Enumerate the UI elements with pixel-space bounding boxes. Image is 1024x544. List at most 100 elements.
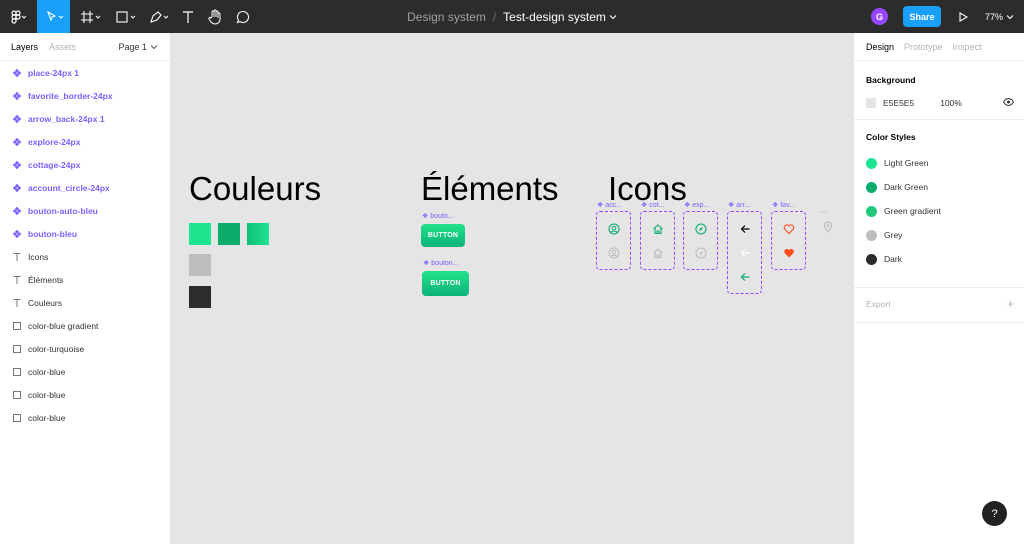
- arrow-back-icon[interactable]: [738, 246, 752, 260]
- icon-set-label[interactable]: ❖ arr...: [728, 201, 750, 210]
- color-style-name: Grey: [884, 230, 903, 240]
- title-elements[interactable]: Éléments: [421, 170, 559, 208]
- layer-row[interactable]: Éléments: [0, 269, 170, 291]
- color-style-item[interactable]: Green gradient: [866, 204, 941, 218]
- color-style-swatch: [866, 253, 877, 265]
- page-selector[interactable]: Page 1: [118, 33, 158, 61]
- layer-row[interactable]: account_circle-24px: [0, 177, 170, 199]
- icon-set-label[interactable]: ❖ cot...: [641, 201, 664, 210]
- component-label-text: bouton...: [431, 259, 459, 267]
- move-tool-button[interactable]: [37, 0, 70, 33]
- user-avatar[interactable]: G: [871, 8, 888, 25]
- tab-assets[interactable]: Assets: [49, 42, 76, 52]
- tab-layers[interactable]: Layers: [11, 42, 38, 52]
- arrow-back-icon[interactable]: [738, 222, 752, 236]
- layer-row[interactable]: color-turquoise: [0, 338, 170, 360]
- icon-set-label[interactable]: ❖ exp...: [684, 201, 709, 210]
- layer-row[interactable]: color-blue: [0, 407, 170, 429]
- background-hex[interactable]: E5E5E5: [883, 98, 914, 108]
- place-icon[interactable]: [821, 220, 835, 234]
- layer-row[interactable]: favorite_border-24px: [0, 85, 170, 107]
- background-section: [854, 61, 1024, 120]
- cottage-icon[interactable]: [651, 222, 665, 236]
- layer-row[interactable]: bouton-auto-bleu: [0, 200, 170, 222]
- title-couleurs[interactable]: Couleurs: [189, 170, 321, 208]
- color-style-item[interactable]: Dark Green: [866, 180, 928, 194]
- background-color-chip[interactable]: [866, 98, 876, 108]
- explore-icon[interactable]: [694, 222, 708, 236]
- swatch-green-gradient[interactable]: [247, 223, 269, 245]
- frame-tool-button[interactable]: [76, 0, 104, 33]
- layer-row[interactable]: color-blue: [0, 361, 170, 383]
- tab-prototype[interactable]: Prototype: [904, 42, 943, 52]
- left-panel-tabs: Layers Assets Page 1: [0, 33, 170, 61]
- rectangle-icon: [12, 321, 22, 331]
- layer-row[interactable]: color-blue gradient: [0, 315, 170, 337]
- hand-tool-button[interactable]: [205, 0, 225, 33]
- layer-row[interactable]: color-blue: [0, 384, 170, 406]
- text-tool-button[interactable]: [178, 0, 198, 33]
- layer-row[interactable]: arrow_back-24px 1: [0, 108, 170, 130]
- button-component-2[interactable]: BUTTON: [422, 271, 469, 296]
- layer-row[interactable]: Icons: [0, 246, 170, 268]
- color-style-item[interactable]: Dark: [866, 252, 902, 266]
- background-opacity[interactable]: 100%: [940, 98, 962, 108]
- account-circle-icon[interactable]: [607, 222, 621, 236]
- layer-row[interactable]: place-24px 1: [0, 62, 170, 84]
- icon-variant-set-favorite[interactable]: [771, 211, 806, 270]
- account-circle-icon[interactable]: [607, 246, 621, 260]
- eye-icon[interactable]: [1003, 98, 1014, 106]
- swatch-grey[interactable]: [189, 254, 211, 276]
- design-canvas[interactable]: Couleurs Éléments Icons ❖ bouto... BUTTON…: [171, 33, 853, 544]
- component-icon: [12, 206, 22, 216]
- figma-menu-button[interactable]: [0, 0, 36, 33]
- layer-row[interactable]: bouton-bleu: [0, 223, 170, 245]
- file-name[interactable]: Test-design system: [503, 10, 606, 24]
- swatch-dark-green[interactable]: [218, 223, 240, 245]
- component-label-text: bouto...: [430, 212, 454, 220]
- icon-set-label-text: fav...: [780, 201, 795, 209]
- component-label[interactable]: ❖ bouto...: [422, 212, 454, 221]
- add-export-button[interactable]: +: [1007, 297, 1014, 311]
- layer-row[interactable]: cottage-24px: [0, 154, 170, 176]
- component-icon: [12, 91, 22, 101]
- layer-name: favorite_border-24px: [28, 91, 113, 101]
- chevron-down-icon[interactable]: [609, 14, 617, 20]
- export-row[interactable]: Export +: [866, 297, 1014, 311]
- favorite-icon[interactable]: [782, 246, 796, 260]
- background-fill-row[interactable]: E5E5E5 100%: [866, 97, 1014, 109]
- layer-name: explore-24px: [28, 137, 81, 147]
- explore-icon[interactable]: [694, 246, 708, 260]
- comment-tool-button[interactable]: [233, 0, 253, 33]
- layer-row[interactable]: Couleurs: [0, 292, 170, 314]
- favorite-border-icon[interactable]: [782, 222, 796, 236]
- color-style-item[interactable]: Grey: [866, 228, 902, 242]
- color-style-item[interactable]: Light Green: [866, 156, 928, 170]
- icon-set-label[interactable]: ❖ acc...: [597, 201, 622, 210]
- component-label[interactable]: ❖ bouton...: [423, 259, 459, 268]
- layer-name: color-blue: [28, 390, 66, 400]
- pen-tool-button[interactable]: [144, 0, 174, 33]
- arrow-back-icon[interactable]: [738, 270, 752, 284]
- cottage-icon[interactable]: [651, 246, 665, 260]
- icon-set-label[interactable]: ...: [821, 208, 827, 215]
- icon-variant-set-cottage[interactable]: [640, 211, 675, 270]
- help-button[interactable]: ?: [982, 501, 1007, 526]
- icon-variant-set-arrow[interactable]: [727, 211, 762, 294]
- share-button[interactable]: Share: [903, 6, 941, 27]
- icon-variant-set-explore[interactable]: [683, 211, 718, 270]
- swatch-dark[interactable]: [189, 286, 211, 308]
- component-icon: ❖: [641, 202, 648, 209]
- swatch-light-green[interactable]: [189, 223, 211, 245]
- icon-variant-set-account[interactable]: [596, 211, 631, 270]
- shape-tool-button[interactable]: [111, 0, 141, 33]
- present-button[interactable]: [954, 0, 972, 33]
- zoom-control[interactable]: 77%: [985, 0, 1014, 33]
- project-name[interactable]: Design system: [407, 10, 486, 24]
- button-component-1[interactable]: BUTTON: [421, 224, 465, 247]
- layer-row[interactable]: explore-24px: [0, 131, 170, 153]
- icon-set-label[interactable]: ❖ fav...: [772, 201, 795, 210]
- tab-inspect[interactable]: Inspect: [953, 42, 982, 52]
- tab-design[interactable]: Design: [866, 42, 894, 52]
- layer-name: cottage-24px: [28, 160, 81, 170]
